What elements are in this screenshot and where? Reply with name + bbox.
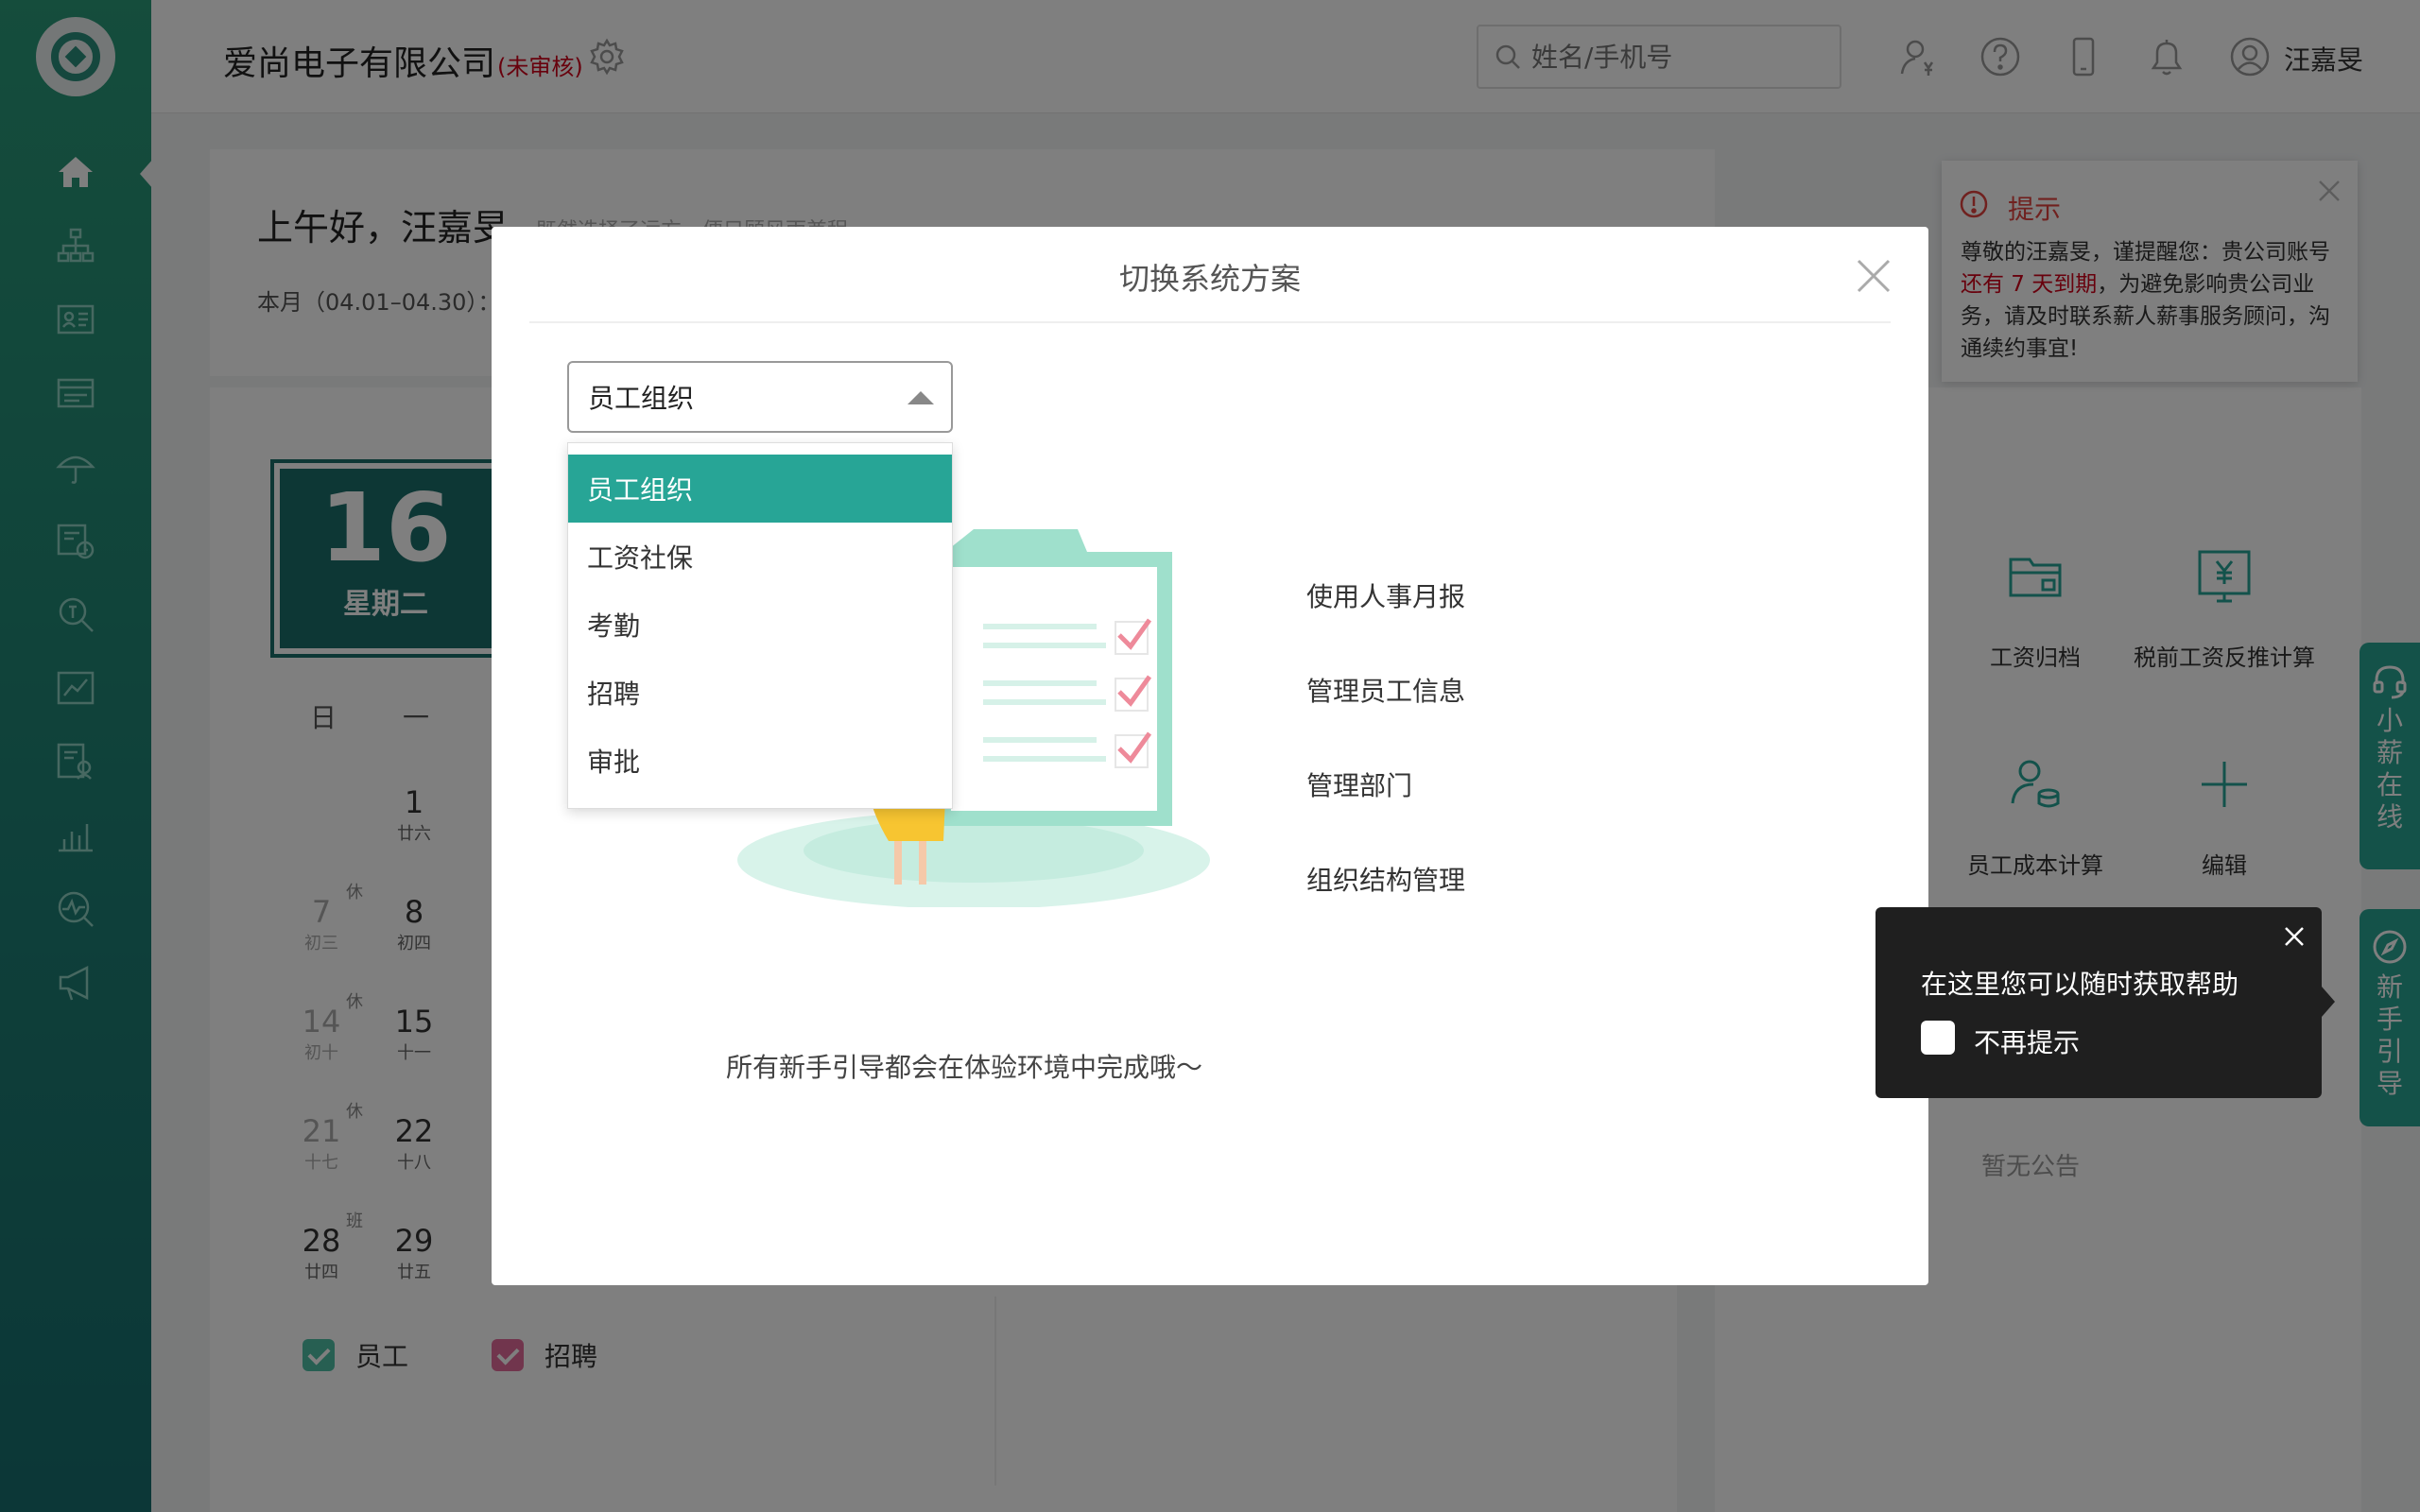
switch-scheme-modal: 切换系统方案 使用人事月报 管理员工信息 管理部门 组织结构管理 所有新手引导都… [492, 227, 1928, 1285]
feature-item: 管理部门 [1306, 770, 1413, 801]
dont-show-again-checkbox[interactable] [1921, 1021, 1955, 1055]
feature-item: 使用人事月报 [1306, 581, 1466, 612]
help-tooltip: 在这里您可以随时获取帮助 不再提示 [1876, 907, 2335, 1098]
dropdown-option[interactable]: 考勤 [568, 591, 952, 659]
dont-show-again-label[interactable]: 不再提示 [1974, 1022, 2080, 1060]
feature-item: 管理员工信息 [1306, 676, 1466, 707]
scheme-select[interactable]: 员工组织 [567, 361, 953, 433]
tooltip-close-icon[interactable] [2282, 924, 2307, 949]
dropdown-option[interactable]: 员工组织 [568, 455, 952, 523]
modal-title: 切换系统方案 [1118, 261, 1301, 297]
tooltip-text: 在这里您可以随时获取帮助 [1921, 969, 2239, 1000]
caret-up-icon [908, 391, 934, 404]
scheme-select-value: 员工组织 [588, 383, 695, 414]
modal-close-icon[interactable] [1853, 255, 1894, 297]
scheme-dropdown: 员工组织 工资社保 考勤 招聘 审批 [567, 442, 953, 809]
dropdown-option[interactable]: 工资社保 [568, 523, 952, 591]
feature-item: 组织结构管理 [1306, 865, 1466, 896]
dropdown-option[interactable]: 招聘 [568, 659, 952, 727]
illustration-caption: 所有新手引导都会在体验环境中完成哦～ [725, 1052, 1202, 1083]
dropdown-option[interactable]: 审批 [568, 727, 952, 795]
modal-divider [529, 321, 1891, 323]
